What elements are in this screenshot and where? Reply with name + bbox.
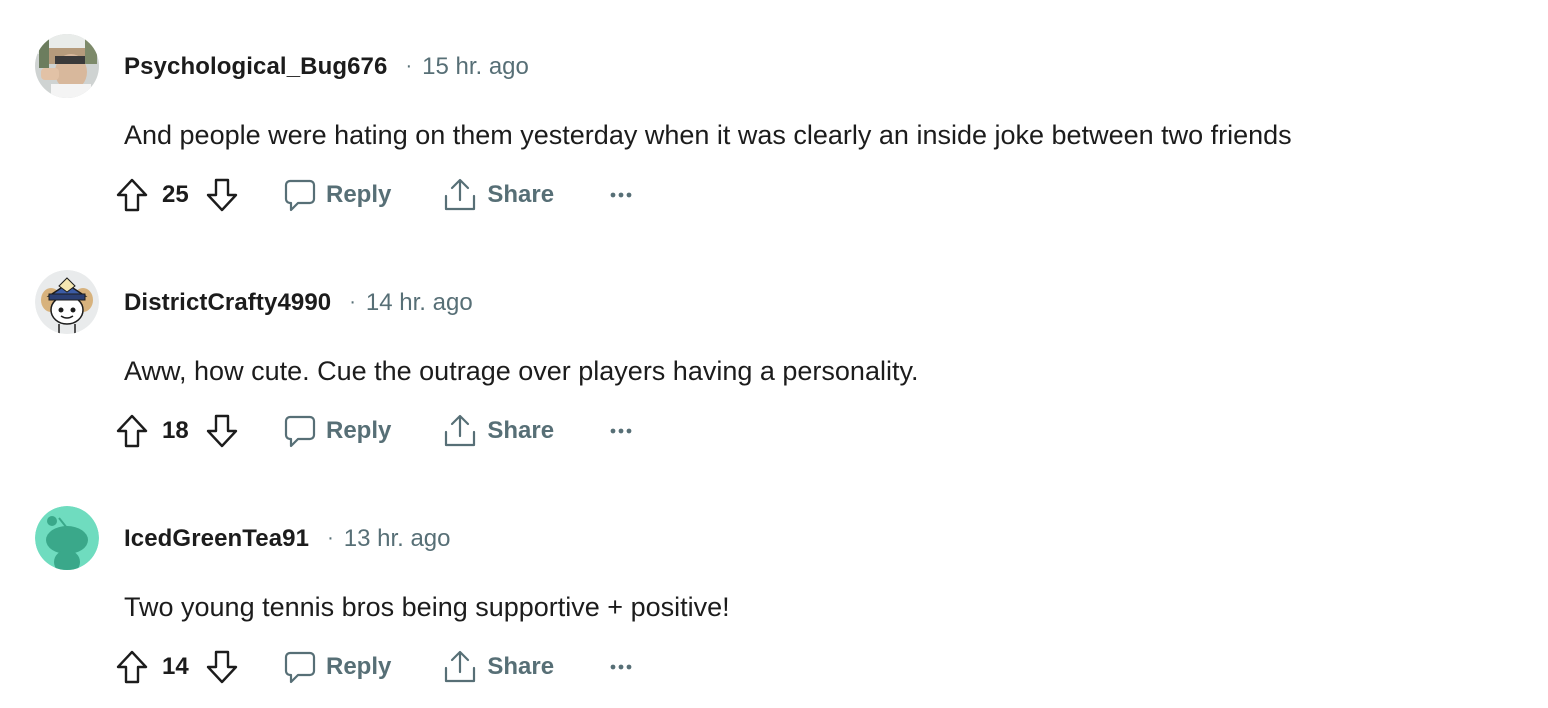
- more-options-button[interactable]: [606, 172, 636, 218]
- speech-bubble-icon: [284, 651, 316, 684]
- avatar[interactable]: [35, 506, 99, 570]
- downvote-button[interactable]: [202, 644, 242, 690]
- upvote-button[interactable]: [112, 408, 152, 454]
- vote-score: 18: [162, 417, 189, 444]
- speech-bubble-icon: [284, 415, 316, 448]
- upvote-button[interactable]: [112, 172, 152, 218]
- reply-label: Reply: [326, 417, 392, 444]
- share-button[interactable]: Share: [443, 408, 554, 454]
- reply-label: Reply: [326, 181, 392, 208]
- username[interactable]: IcedGreenTea91: [124, 525, 309, 553]
- comment: IcedGreenTea91 · 13 hr. ago Two young te…: [0, 472, 1548, 708]
- avatar[interactable]: [35, 34, 99, 98]
- timestamp[interactable]: 13 hr. ago: [344, 525, 451, 553]
- upvote-arrow-icon: [116, 178, 148, 212]
- reply-button[interactable]: Reply: [284, 172, 391, 218]
- downvote-button[interactable]: [202, 408, 242, 454]
- reply-button[interactable]: Reply: [284, 644, 391, 690]
- comment-meta: DistrictCrafty4990 · 14 hr. ago: [124, 286, 473, 320]
- comment-body: Two young tennis bros being supportive +…: [124, 592, 730, 622]
- more-options-button[interactable]: [606, 644, 636, 690]
- share-upload-icon: [445, 650, 476, 683]
- meta-separator: ·: [405, 54, 413, 77]
- comment-actions: 18 Reply Share: [112, 408, 636, 454]
- ellipsis-icon: [610, 428, 632, 434]
- downvote-arrow-icon: [206, 650, 238, 684]
- share-label: Share: [487, 417, 555, 444]
- upvote-button[interactable]: [112, 644, 152, 690]
- vote-score: 14: [162, 653, 189, 680]
- comment: Psychological_Bug676 · 15 hr. ago And pe…: [0, 0, 1548, 236]
- vote-score: 25: [162, 181, 189, 208]
- username[interactable]: Psychological_Bug676: [124, 53, 387, 81]
- share-button[interactable]: Share: [443, 172, 554, 218]
- upvote-arrow-icon: [116, 650, 148, 684]
- ellipsis-icon: [610, 664, 632, 670]
- username[interactable]: DistrictCrafty4990: [124, 289, 331, 317]
- share-upload-icon: [445, 414, 476, 447]
- comment-body: And people were hating on them yesterday…: [124, 120, 1292, 150]
- reply-label: Reply: [326, 653, 392, 680]
- more-options-button[interactable]: [606, 408, 636, 454]
- comment-actions: 14 Reply Share: [112, 644, 636, 690]
- speech-bubble-icon: [284, 179, 316, 212]
- timestamp[interactable]: 15 hr. ago: [422, 53, 529, 81]
- comment-actions: 25 Reply Share: [112, 172, 636, 218]
- upvote-arrow-icon: [116, 414, 148, 448]
- comment-meta: IcedGreenTea91 · 13 hr. ago: [124, 522, 451, 556]
- share-button[interactable]: Share: [443, 644, 554, 690]
- downvote-arrow-icon: [206, 178, 238, 212]
- ellipsis-icon: [610, 192, 632, 198]
- reply-button[interactable]: Reply: [284, 408, 391, 454]
- comment-meta: Psychological_Bug676 · 15 hr. ago: [124, 50, 529, 84]
- share-upload-icon: [445, 178, 476, 211]
- downvote-button[interactable]: [202, 172, 242, 218]
- downvote-arrow-icon: [206, 414, 238, 448]
- comment-body: Aww, how cute. Cue the outrage over play…: [124, 356, 919, 386]
- timestamp[interactable]: 14 hr. ago: [366, 289, 473, 317]
- meta-separator: ·: [349, 290, 356, 313]
- share-label: Share: [487, 181, 555, 208]
- avatar[interactable]: [35, 270, 99, 334]
- comment: DistrictCrafty4990 · 14 hr. ago Aww, how…: [0, 236, 1548, 472]
- meta-separator: ·: [327, 526, 334, 549]
- share-label: Share: [487, 653, 555, 680]
